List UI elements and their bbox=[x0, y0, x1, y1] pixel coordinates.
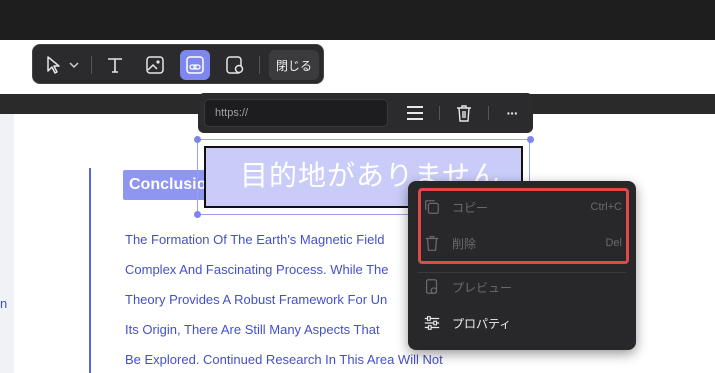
menu-item-delete[interactable]: 削除 Del bbox=[422, 230, 622, 256]
shape-tool-button[interactable] bbox=[220, 50, 250, 80]
body-text-line: Be Explored. Continued Research In This … bbox=[125, 352, 443, 367]
menu-item-label: コピー bbox=[452, 200, 489, 215]
more-options-button[interactable]: ··· bbox=[499, 101, 525, 125]
preview-icon bbox=[422, 277, 442, 297]
trash-icon bbox=[457, 105, 471, 122]
app-top-bar bbox=[0, 0, 715, 40]
left-page-edge bbox=[0, 114, 14, 373]
body-text-line: Complex And Fascinating Process. While T… bbox=[125, 262, 389, 277]
image-tool-button[interactable] bbox=[140, 50, 170, 80]
cursor-arrow-icon bbox=[47, 56, 60, 74]
menu-item-label: プロパティ bbox=[452, 316, 512, 331]
menu-item-shortcut: Ctrl+C bbox=[590, 201, 622, 213]
menu-item-label: 削除 bbox=[452, 236, 477, 251]
menu-item-label: プレビュー bbox=[452, 280, 513, 295]
delete-link-button[interactable] bbox=[451, 101, 477, 125]
linkbar-divider bbox=[439, 106, 440, 120]
context-menu: コピー Ctrl+C 削除 Del プレビュー プロパティ bbox=[408, 181, 636, 350]
trash-icon bbox=[422, 233, 442, 253]
hamburger-menu-icon bbox=[407, 106, 423, 120]
properties-icon bbox=[422, 313, 442, 333]
link-tool-button[interactable] bbox=[180, 50, 210, 80]
menu-item-shortcut: Del bbox=[605, 237, 622, 249]
align-menu-button[interactable] bbox=[402, 101, 428, 125]
resize-handle-top-left[interactable] bbox=[194, 136, 201, 143]
image-icon bbox=[146, 56, 164, 74]
menu-separator bbox=[418, 272, 626, 273]
text-tool-button[interactable] bbox=[100, 50, 130, 80]
chevron-down-icon bbox=[69, 62, 79, 69]
resize-handle-top-right[interactable] bbox=[527, 136, 534, 143]
menu-item-properties[interactable]: プロパティ bbox=[422, 310, 622, 336]
shape-icon bbox=[226, 56, 244, 74]
toolbar-divider bbox=[259, 56, 260, 74]
body-text-line: Its Origin, There Are Still Many Aspects… bbox=[125, 322, 380, 337]
left-page-text-fragment: n bbox=[0, 296, 8, 311]
resize-handle-bottom-left[interactable] bbox=[194, 211, 201, 218]
menu-item-copy[interactable]: コピー Ctrl+C bbox=[422, 194, 622, 220]
edit-toolbar: 閉じる bbox=[32, 44, 324, 84]
url-input[interactable] bbox=[204, 99, 388, 127]
linkbar-divider bbox=[488, 106, 489, 120]
link-box-icon bbox=[186, 56, 204, 74]
menu-item-preview[interactable]: プレビュー bbox=[422, 274, 622, 300]
document-margin-line bbox=[89, 168, 91, 373]
body-text-line: The Formation Of The Earth's Magnetic Fi… bbox=[125, 232, 385, 247]
body-text-line: Theory Provides A Robust Framework For U… bbox=[125, 292, 388, 307]
text-t-icon bbox=[108, 58, 122, 73]
link-edit-bar: ··· bbox=[198, 93, 533, 133]
close-button[interactable]: 閉じる bbox=[269, 50, 319, 80]
toolbar-divider bbox=[91, 56, 92, 74]
copy-icon bbox=[422, 197, 442, 217]
select-tool-dropdown[interactable] bbox=[65, 50, 83, 80]
